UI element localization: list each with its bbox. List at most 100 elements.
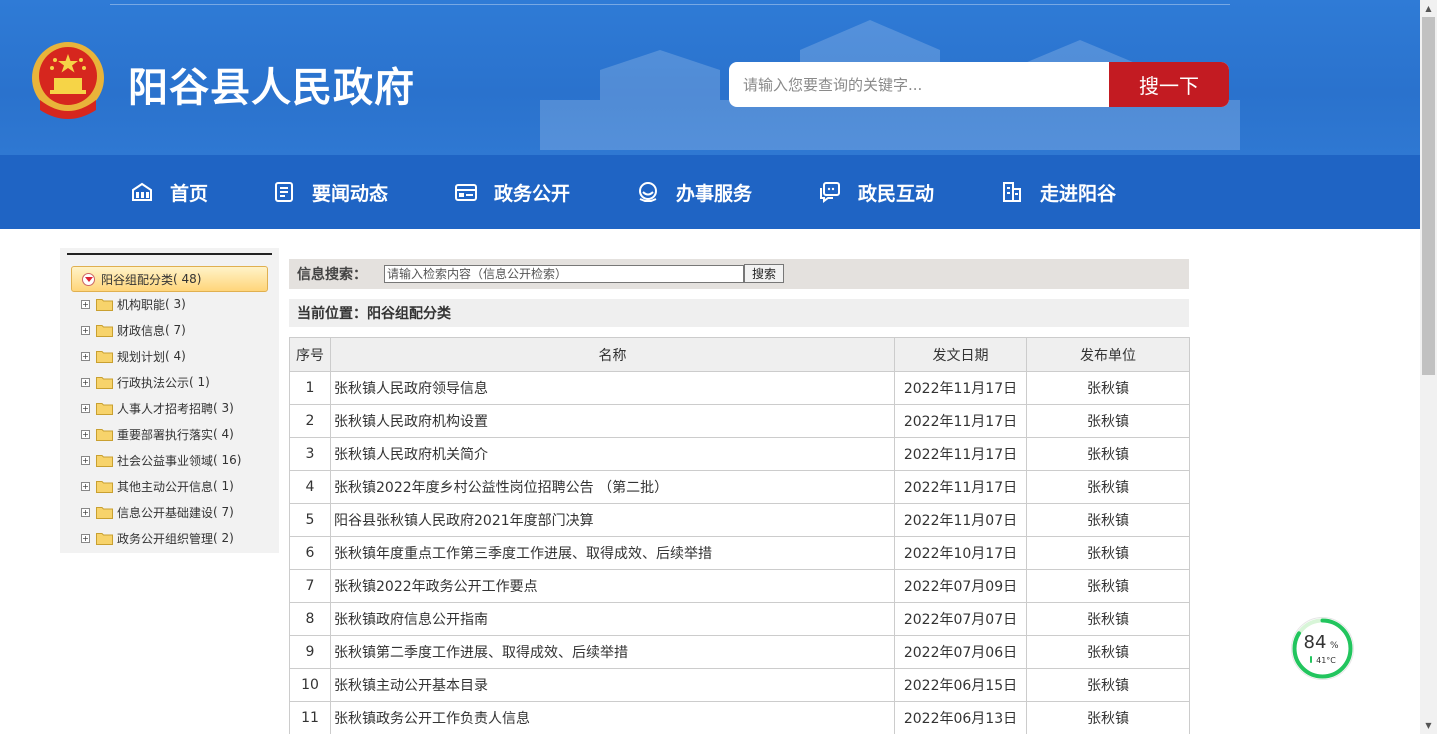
row-date: 2022年11月17日 [894,470,1027,504]
table-row[interactable]: 10 张秋镇主动公开基本目录 2022年06月15日 张秋镇 [289,668,1190,702]
row-unit: 张秋镇 [1026,371,1190,405]
tree-root-category[interactable]: 阳谷组配分类 ( 48) [71,266,268,292]
tree-item[interactable]: + 财政信息( 7) [81,320,186,340]
row-title-link[interactable]: 张秋镇第二季度工作进展、取得成效、后续举措 [330,635,895,669]
table-row[interactable]: 5 阳谷县张秋镇人民政府2021年度部门决算 2022年11月07日 张秋镇 [289,503,1190,537]
id-card-icon [455,184,477,201]
expand-icon[interactable]: + [81,299,90,309]
nav-item-home[interactable]: 首页 [130,155,208,229]
row-title-link[interactable]: 张秋镇主动公开基本目录 [330,668,895,702]
tree-item[interactable]: + 社会公益事业领域( 16) [81,450,241,470]
expand-icon[interactable]: + [81,455,90,465]
row-num: 10 [289,668,331,702]
row-num: 8 [289,602,331,636]
row-title-link[interactable]: 张秋镇年度重点工作第三季度工作进展、取得成效、后续举措 [330,536,895,570]
page-scrollbar[interactable]: ▲ ▼ [1420,0,1437,734]
table-row[interactable]: 7 张秋镇2022年政务公开工作要点 2022年07月09日 张秋镇 [289,569,1190,603]
table-row[interactable]: 3 张秋镇人民政府机关简介 2022年11月17日 张秋镇 [289,437,1190,471]
scroll-thumb[interactable] [1422,17,1435,375]
row-date: 2022年06月13日 [894,701,1027,734]
expand-icon[interactable]: + [81,533,90,543]
site-search-input[interactable] [729,62,1109,107]
tree-item-label: 机构职能 [117,297,166,312]
table-row[interactable]: 4 张秋镇2022年度乡村公益性岗位招聘公告 （第二批） 2022年11月17日 张秋… [289,470,1190,504]
folder-icon [96,350,113,363]
table-row[interactable]: 8 张秋镇政府信息公开指南 2022年07月07日 张秋镇 [289,602,1190,636]
expand-icon[interactable]: + [81,325,90,335]
table-row[interactable]: 11 张秋镇政务公开工作负责人信息 2022年06月13日 张秋镇 [289,701,1190,734]
folder-icon [96,402,113,415]
row-date: 2022年06月15日 [894,668,1027,702]
tree-item-label: 政务公开组织管理 [117,531,214,546]
tree-item-label: 行政执法公示 [117,375,190,390]
tree-item-label: 信息公开基础建设 [117,505,214,520]
national-emblem-icon [32,42,104,119]
row-date: 2022年07月06日 [894,635,1027,669]
expand-icon[interactable]: + [81,403,90,413]
table-row[interactable]: 2 张秋镇人民政府机构设置 2022年11月17日 张秋镇 [289,404,1190,438]
expand-icon[interactable]: + [81,481,90,491]
row-title-link[interactable]: 张秋镇政府信息公开指南 [330,602,895,636]
row-title-link[interactable]: 张秋镇政务公开工作负责人信息 [330,701,895,734]
folder-icon [96,532,113,545]
nav-item-gov-affairs[interactable]: 政务公开 [454,155,570,229]
tree-item-label: 规划计划 [117,349,166,364]
info-search-input[interactable] [384,265,744,283]
tree-item[interactable]: + 人事人才招考招聘( 3) [81,398,234,418]
row-title-link[interactable]: 阳谷县张秋镇人民政府2021年度部门决算 [330,503,895,537]
tree-item[interactable]: + 机构职能( 3) [81,294,186,314]
nav-item-news[interactable]: 要闻动态 [272,155,388,229]
breadcrumb: 当前位置：阳谷组配分类 [289,299,1189,327]
info-search-button[interactable]: 搜索 [744,264,784,283]
row-unit: 张秋镇 [1026,437,1190,471]
row-title-link[interactable]: 张秋镇2022年政务公开工作要点 [330,569,895,603]
sidebar-top-border [67,253,272,255]
table-header-row: 序号 名称 发文日期 发布单位 [289,337,1190,372]
table-row[interactable]: 9 张秋镇第二季度工作进展、取得成效、后续举措 2022年07月06日 张秋镇 [289,635,1190,669]
nav-item-services[interactable]: 办事服务 [636,155,752,229]
site-search-button[interactable]: 搜一下 [1109,62,1229,107]
scroll-down-arrow-icon[interactable]: ▼ [1420,717,1437,734]
row-unit: 张秋镇 [1026,701,1190,734]
expand-icon[interactable]: + [81,429,90,439]
row-num: 4 [289,470,331,504]
row-title-link[interactable]: 张秋镇2022年度乡村公益性岗位招聘公告 （第二批） [330,470,895,504]
tree-item-count: ( 7) [213,505,234,519]
tree-item-label: 人事人才招考招聘 [117,401,214,416]
row-num: 3 [289,437,331,471]
row-unit: 张秋镇 [1026,635,1190,669]
table-row[interactable]: 1 张秋镇人民政府领导信息 2022年11月17日 张秋镇 [289,371,1190,405]
widget-percent: 84 [1304,632,1327,653]
table-row[interactable]: 6 张秋镇年度重点工作第三季度工作进展、取得成效、后续举措 2022年10月17日张… [289,536,1190,570]
tree-item-count: ( 16) [213,453,242,467]
row-unit: 张秋镇 [1026,404,1190,438]
tree-item[interactable]: + 行政执法公示( 1) [81,372,210,392]
performance-widget[interactable]: 84 % 41°C [1289,615,1356,682]
tree-item[interactable]: + 信息公开基础建设( 7) [81,502,234,522]
row-title-link[interactable]: 张秋镇人民政府机关简介 [330,437,895,471]
document-table: 序号 名称 发文日期 发布单位 1 张秋镇人民政府领导信息 2022年11月17日张… [289,337,1190,734]
row-date: 2022年07月09日 [894,569,1027,603]
tree-item[interactable]: + 规划计划( 4) [81,346,186,366]
tree-item[interactable]: + 政务公开组织管理( 2) [81,528,234,548]
row-title-link[interactable]: 张秋镇人民政府领导信息 [330,371,895,405]
row-date: 2022年11月07日 [894,503,1027,537]
expand-icon[interactable]: + [81,351,90,361]
tree-item[interactable]: + 重要部署执行落实( 4) [81,424,234,444]
tree-item[interactable]: + 其他主动公开信息( 1) [81,476,234,496]
row-date: 2022年10月17日 [894,536,1027,570]
tree-item-count: ( 1) [189,375,210,389]
expand-icon[interactable]: + [81,507,90,517]
nav-item-interaction[interactable]: 政民互动 [818,155,934,229]
row-unit: 张秋镇 [1026,470,1190,504]
scroll-up-arrow-icon[interactable]: ▲ [1420,0,1437,17]
row-title-link[interactable]: 张秋镇人民政府机构设置 [330,404,895,438]
info-search-label: 信息搜索： [297,267,367,283]
folder-icon [96,454,113,467]
tree-item-label: 社会公益事业领域 [117,453,214,468]
expand-icon[interactable]: + [81,377,90,387]
nav-item-about[interactable]: 走进阳谷 [1000,155,1116,229]
row-unit: 张秋镇 [1026,536,1190,570]
info-search-bar: 信息搜索： 搜索 [289,259,1189,289]
header-name: 名称 [330,337,895,372]
